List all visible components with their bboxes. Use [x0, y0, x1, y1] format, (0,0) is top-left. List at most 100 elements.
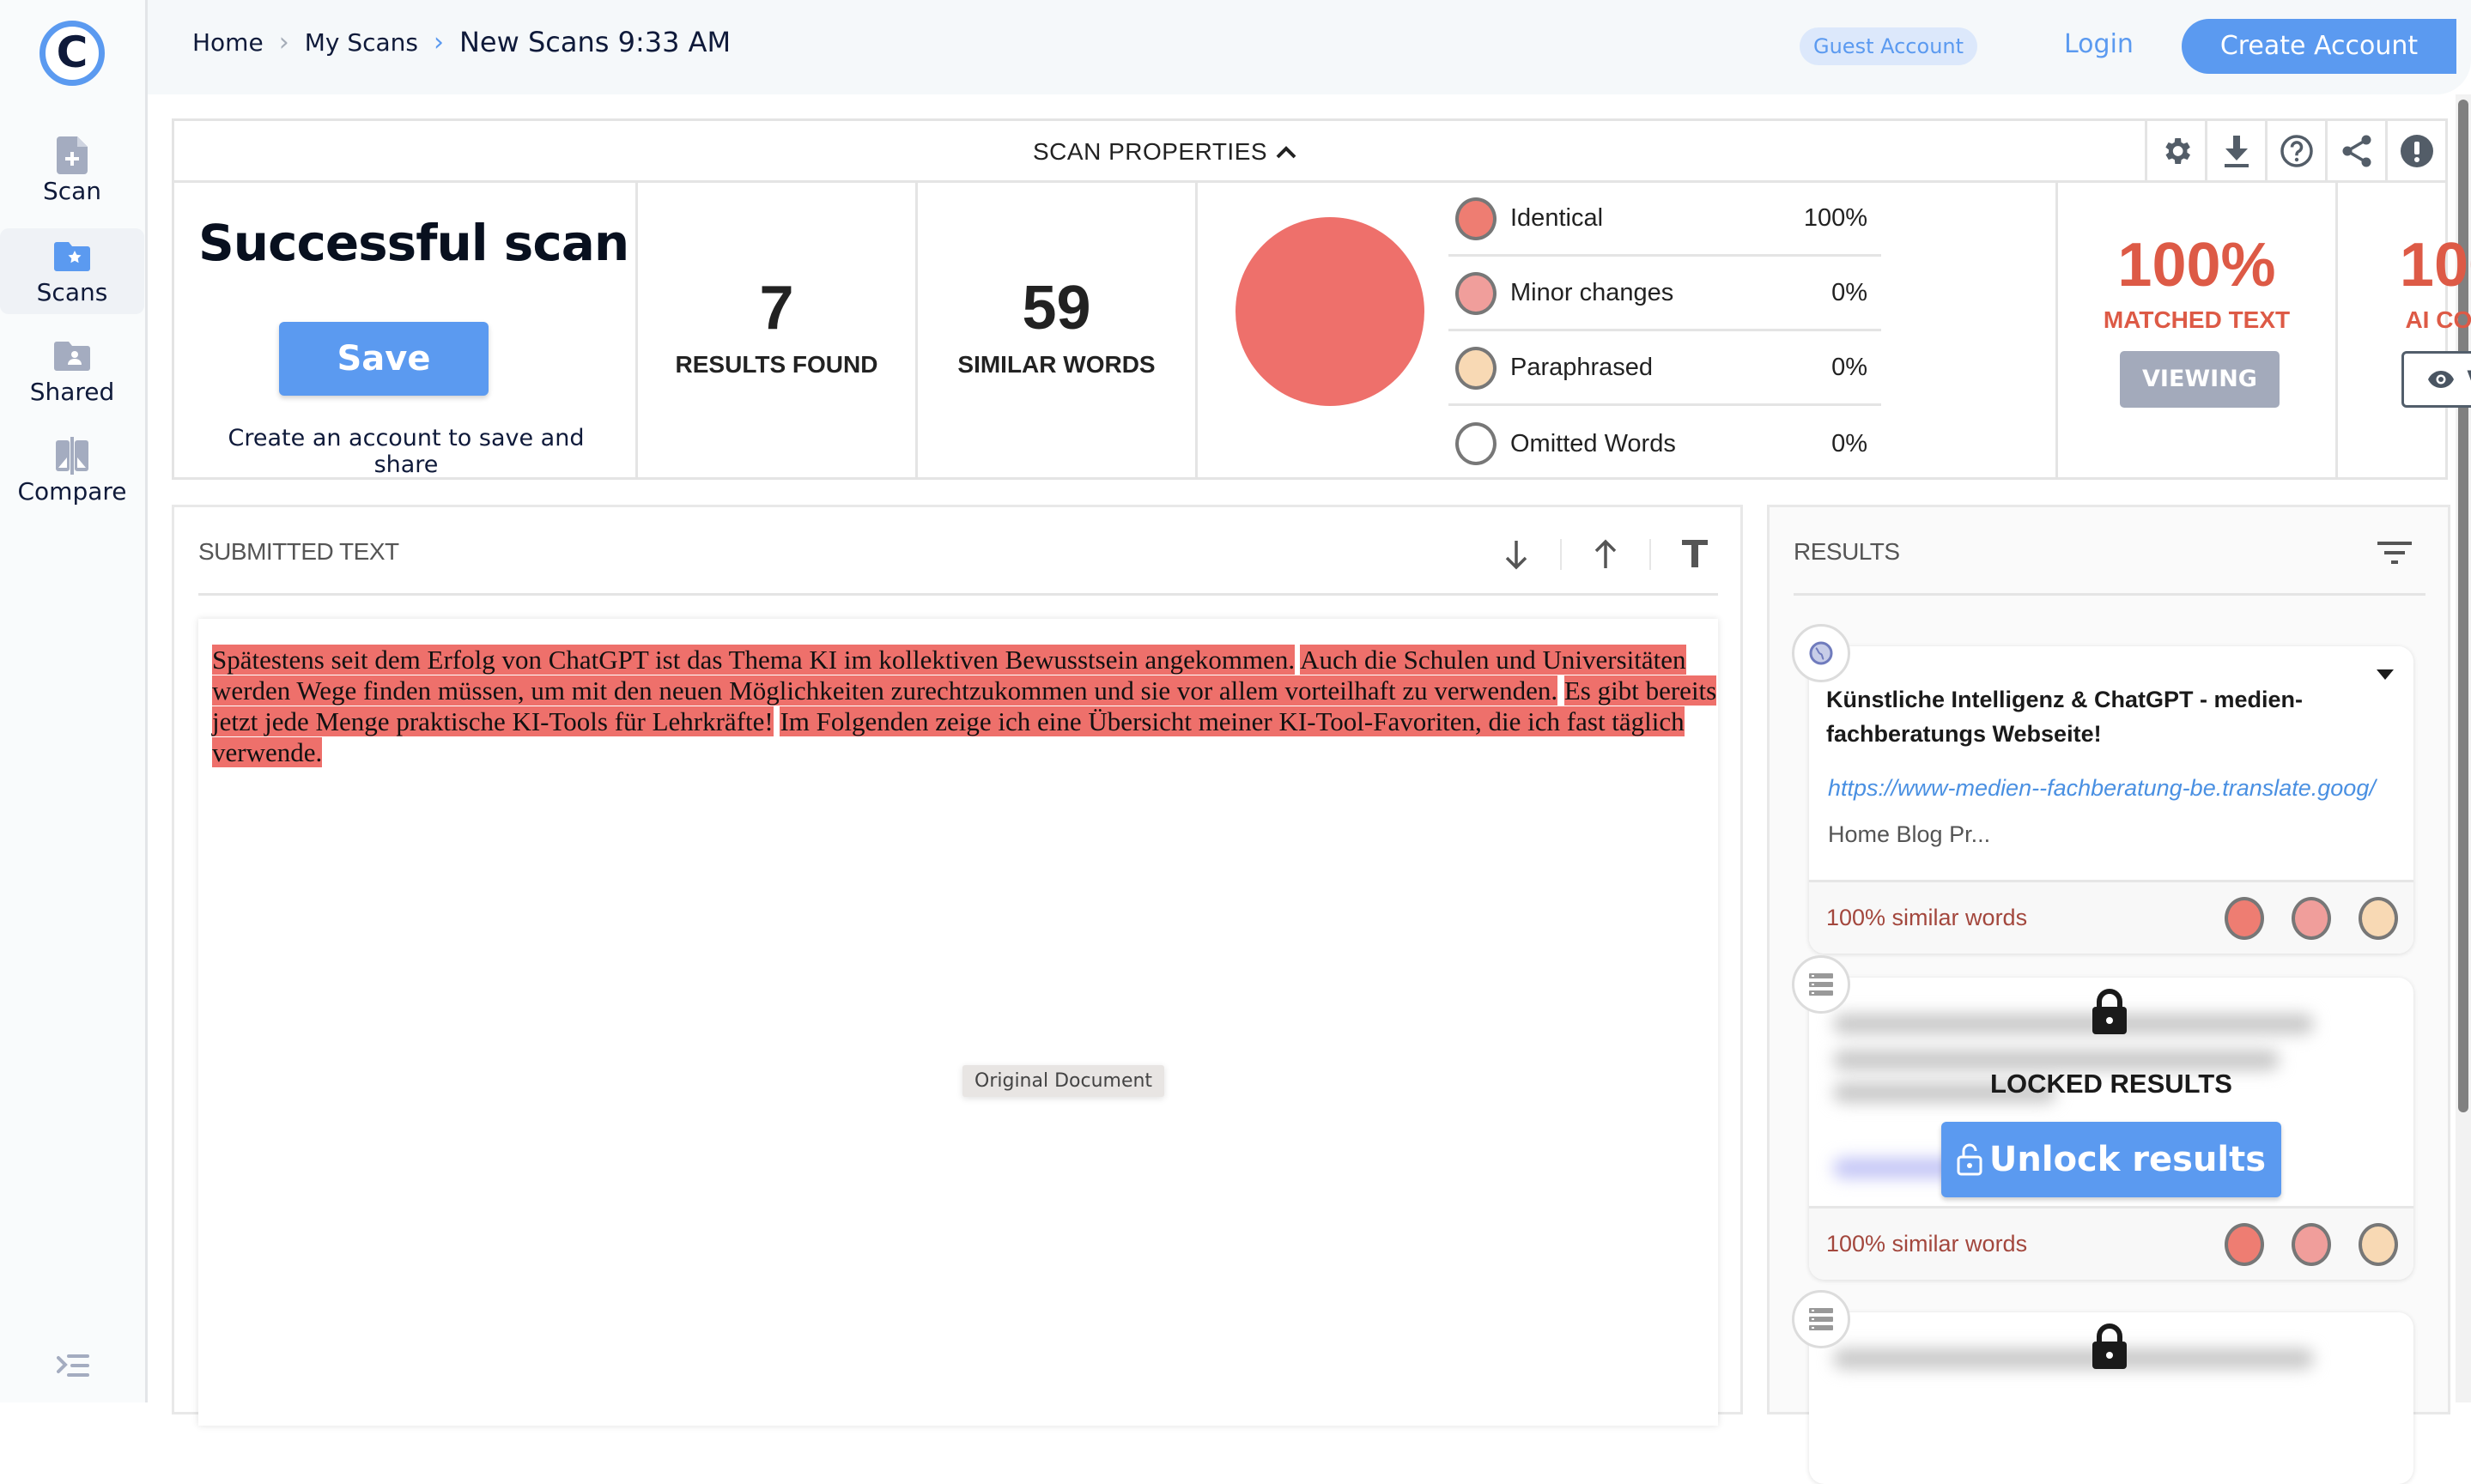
- legend-row-omitted-words[interactable]: Omitted Words 0%: [1448, 407, 1881, 481]
- identical-indicator: [2225, 896, 2264, 940]
- legend-swatch: [1455, 346, 1497, 390]
- caret-down-icon[interactable]: [2376, 669, 2395, 681]
- eye-icon: [2428, 371, 2455, 388]
- text-format-button[interactable]: [1670, 533, 1720, 576]
- breadcrumb-my-scans[interactable]: My Scans: [305, 28, 418, 57]
- legend-row-paraphrased[interactable]: Paraphrased 0%: [1448, 332, 1881, 406]
- result-similarity: 100% similar words: [1826, 1231, 2028, 1257]
- chevron-up-icon: [1276, 146, 1296, 159]
- alert-icon: [2400, 134, 2433, 167]
- scan-properties-toggle[interactable]: SCAN PROPERTIES: [1033, 138, 1296, 166]
- create-account-button[interactable]: Create Account: [2182, 19, 2456, 74]
- scan-status-title: Successful scan: [198, 214, 629, 272]
- filter-button[interactable]: [2377, 542, 2412, 570]
- matched-text-cell: 100% MATCHED TEXT VIEWING: [2058, 183, 2338, 480]
- breadcrumb: Home › My Scans › New Scans 9:33 AM: [192, 26, 731, 58]
- match-pie-chart: [1236, 217, 1424, 406]
- chevron-right-icon: ›: [278, 27, 289, 58]
- view-ai-button[interactable]: VIEW: [2401, 351, 2471, 408]
- scan-status-cell: Successful scan Save report Create an ac…: [174, 183, 638, 480]
- legend-row-minor-changes[interactable]: Minor changes 0%: [1448, 257, 1881, 331]
- locked-results-label: LOCKED RESULTS: [1990, 1069, 2232, 1099]
- login-link[interactable]: Login: [2064, 29, 2134, 59]
- blurred-text: [1833, 1050, 2280, 1070]
- gear-icon: [2164, 137, 2190, 164]
- download-icon: [2224, 135, 2249, 167]
- unlock-icon: [1957, 1143, 1982, 1176]
- breadcrumb-home[interactable]: Home: [192, 28, 264, 57]
- legend-row-identical[interactable]: Identical 100%: [1448, 183, 1881, 257]
- sidebar: C Scan Scans Shared Compare: [0, 0, 148, 1402]
- save-hint-text: Create an account to save and share: [228, 425, 585, 478]
- scan-properties-header: SCAN PROPERTIES: [174, 121, 2445, 183]
- minor-changes-indicator: [2292, 896, 2331, 940]
- next-match-button[interactable]: [1491, 533, 1541, 576]
- panel-divider: [198, 593, 1718, 596]
- folder-user-icon: [53, 338, 91, 374]
- scan-properties-panel: SCAN PROPERTIES Successful scan Save rep…: [172, 118, 2471, 480]
- scan-properties-toolbar: [2145, 121, 2445, 180]
- share-button[interactable]: [2325, 121, 2385, 180]
- ai-content-percent: 100%: [2399, 231, 2471, 300]
- database-source-badge: [1792, 1290, 1850, 1348]
- report-issue-button[interactable]: [2385, 121, 2445, 180]
- download-button[interactable]: [2205, 121, 2265, 180]
- result-url[interactable]: https://www-medien--fachberatung-be.tran…: [1828, 775, 2377, 802]
- results-panel: RESULTS Künstliche Intelligenz & ChatGPT…: [1767, 505, 2450, 1484]
- submitted-text-panel: SUBMITTED TEXT Spätestens seit dem Erfol…: [172, 505, 1743, 1426]
- result-snippet: Home Blog Pr...: [1828, 821, 1991, 847]
- save-report-button[interactable]: Save report: [279, 322, 489, 452]
- sidebar-item-scan[interactable]: Scan: [0, 127, 144, 213]
- filter-icon: [2377, 542, 2412, 564]
- database-source-badge: [1792, 955, 1850, 1014]
- internet-source-badge: [1792, 624, 1850, 682]
- paraphrased-indicator: [2359, 896, 2398, 940]
- similar-words-stat: 59 SIMILAR WORDS: [918, 183, 1198, 480]
- match-legend: Identical 100% Minor changes 0% Paraphra…: [1448, 183, 2058, 480]
- document-text: Spätestens seit dem Erfolg von ChatGPT i…: [212, 645, 1723, 768]
- legend-swatch: [1455, 197, 1497, 240]
- database-icon: [1809, 973, 1833, 996]
- copyleaks-logo[interactable]: C: [39, 21, 105, 86]
- sidebar-item-scans[interactable]: Scans: [0, 228, 144, 314]
- guest-account-badge: Guest Account: [1800, 27, 1978, 65]
- help-button[interactable]: [2265, 121, 2325, 180]
- text-format-icon: [1682, 540, 1708, 567]
- result-card[interactable]: Künstliche Intelligenz & ChatGPT - medie…: [1809, 646, 2413, 954]
- matched-sentence[interactable]: Spätestens seit dem Erfolg von ChatGPT i…: [212, 645, 1296, 675]
- locked-result-card: LOCKED RESULTS Unlock results 100% simil…: [1809, 978, 2413, 1280]
- folder-star-icon: [53, 239, 91, 275]
- arrow-up-icon: [1594, 539, 1617, 568]
- matched-text-percent: 100%: [2117, 231, 2276, 300]
- expand-menu-icon[interactable]: [57, 1354, 91, 1381]
- sidebar-item-compare[interactable]: Compare: [0, 427, 144, 513]
- ai-content-label: AI CONTENT: [2405, 306, 2471, 333]
- ai-content-cell: 100% AI CONTENT VIEW: [2338, 183, 2471, 480]
- previous-match-button[interactable]: [1581, 533, 1630, 576]
- sidebar-item-shared[interactable]: Shared: [0, 328, 144, 414]
- file-plus-icon: [53, 136, 91, 174]
- results-found-label: RESULTS FOUND: [675, 351, 878, 378]
- minor-changes-indicator: [2292, 1222, 2331, 1266]
- arrow-down-icon: [1505, 541, 1527, 570]
- matched-text-label: MATCHED TEXT: [2103, 306, 2291, 333]
- breadcrumb-current: New Scans 9:33 AM: [458, 26, 732, 58]
- blurred-text: [1833, 1348, 2314, 1369]
- result-title[interactable]: Künstliche Intelligenz & ChatGPT - medie…: [1826, 682, 2341, 751]
- viewing-button[interactable]: VIEWING: [2120, 351, 2280, 408]
- toolbar-divider: [1560, 539, 1562, 570]
- result-similarity: 100% similar words: [1826, 905, 2028, 930]
- results-found-value: 7: [759, 274, 794, 342]
- chevron-right-icon: ›: [433, 27, 444, 58]
- settings-button[interactable]: [2145, 121, 2205, 180]
- result-footer: 100% similar words: [1809, 1206, 2413, 1280]
- legend-swatch: [1455, 271, 1497, 315]
- match-breakdown-cell: Identical 100% Minor changes 0% Paraphra…: [1198, 183, 2058, 480]
- globe-icon: [1809, 641, 1833, 665]
- unlock-results-button[interactable]: Unlock results: [1941, 1122, 2281, 1197]
- top-header: Home › My Scans › New Scans 9:33 AM Gues…: [148, 0, 2471, 94]
- lock-icon: [2092, 989, 2127, 1034]
- original-document-tooltip: Original Document: [962, 1065, 1165, 1097]
- lock-icon: [2092, 1323, 2127, 1369]
- document-viewer[interactable]: Spätestens seit dem Erfolg von ChatGPT i…: [198, 619, 1718, 1426]
